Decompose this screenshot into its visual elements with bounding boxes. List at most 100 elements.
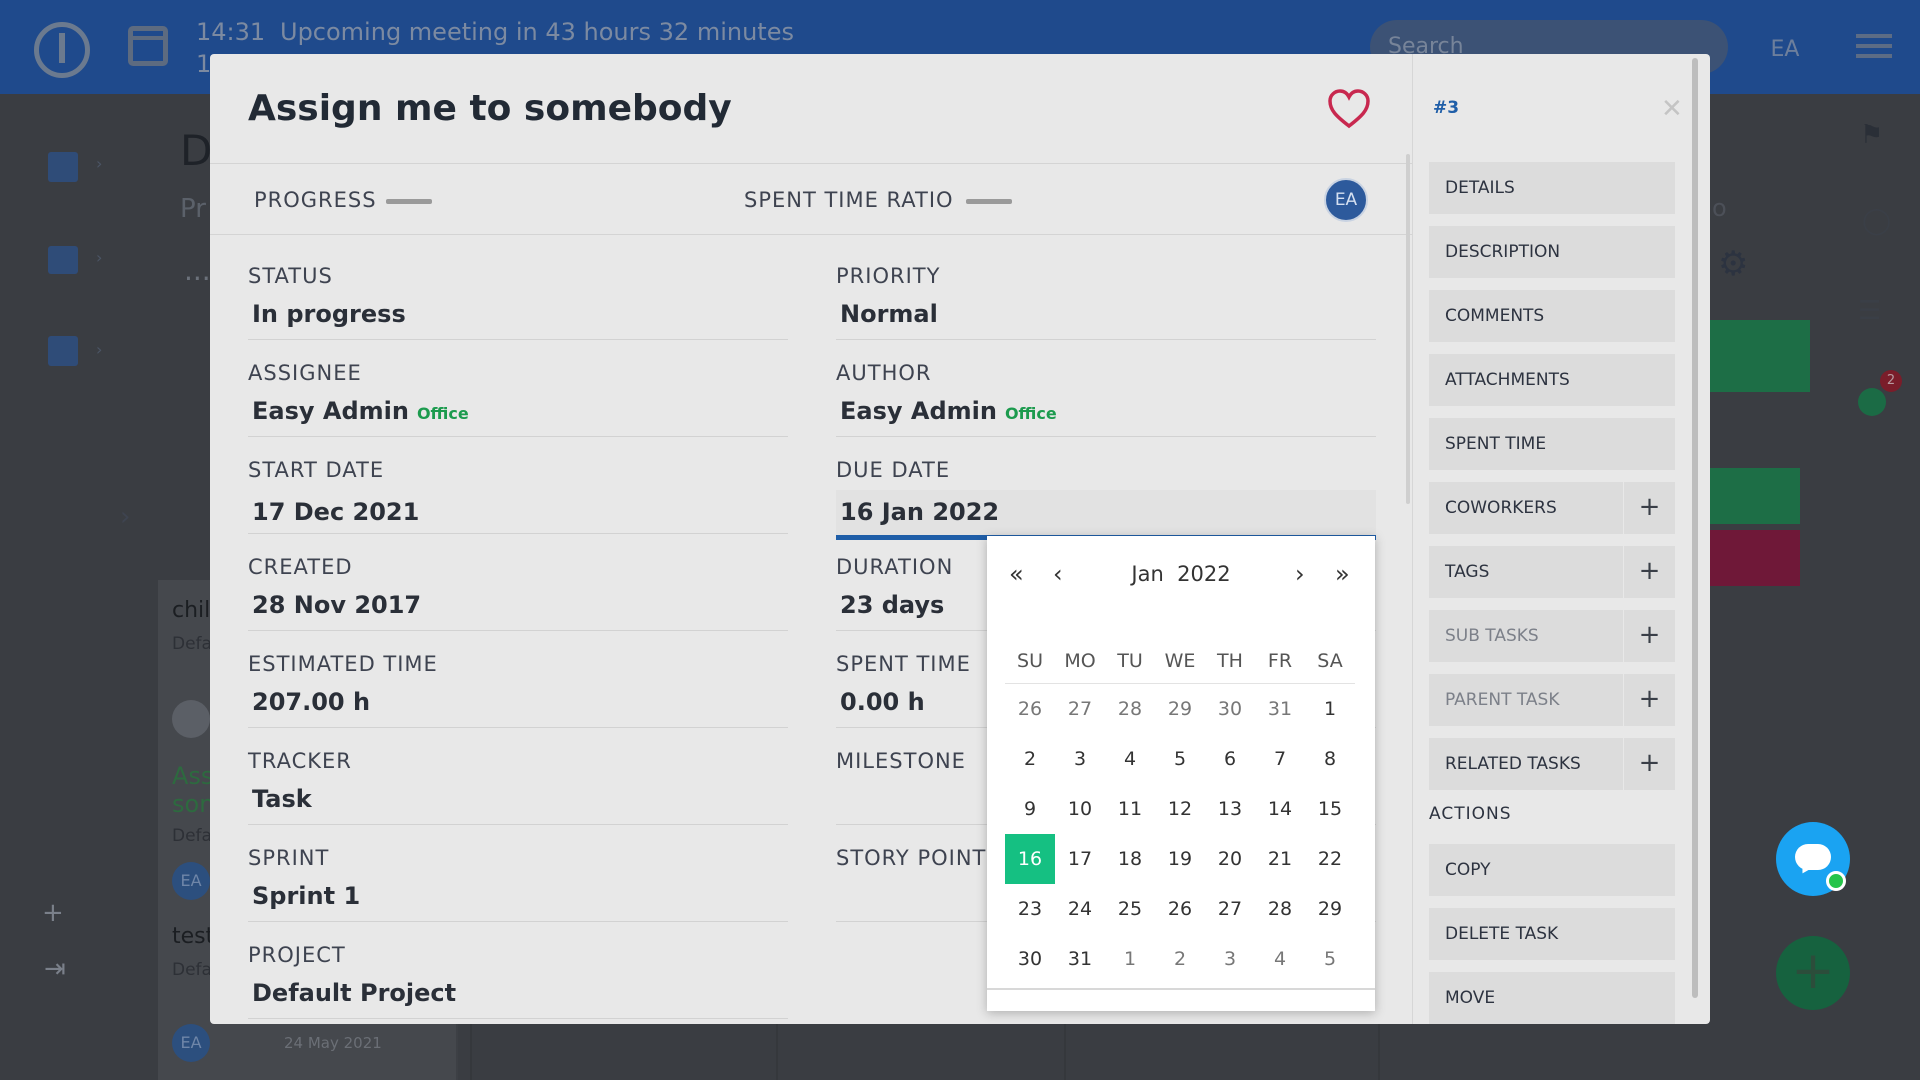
calendar-icon[interactable] [128,26,168,66]
plus-icon[interactable]: + [1623,674,1675,726]
day-cell[interactable]: 23 [1005,884,1055,934]
day-cell[interactable]: 13 [1205,784,1255,834]
sprint-field[interactable]: SPRINT Sprint 1 [248,832,788,922]
dashboard-icon[interactable] [48,152,78,182]
side-menu-coworkers[interactable]: COWORKERS + [1429,482,1675,534]
action-copy-button[interactable]: COPY [1429,844,1675,896]
side-menu-attachments[interactable]: ATTACHMENTS [1429,354,1675,406]
day-cell[interactable]: 17 [1055,834,1105,884]
day-cell[interactable]: 27 [1205,884,1255,934]
due-date-field[interactable]: DUE DATE 16 Jan 2022 [836,444,1376,540]
collapse-chevron-icon[interactable]: › [120,502,130,532]
plus-icon[interactable]: + [1623,546,1675,598]
gear-icon[interactable]: ⚙ [1718,244,1748,284]
close-icon[interactable]: ✕ [1661,94,1683,124]
clipboard-icon[interactable] [48,336,78,366]
assignee-field[interactable]: ASSIGNEE Easy Admin Office [248,347,788,437]
day-cell[interactable]: 27 [1055,684,1105,734]
day-cell[interactable]: 6 [1205,734,1255,784]
day-cell[interactable]: 28 [1105,684,1155,734]
day-cell[interactable]: 12 [1155,784,1205,834]
action-move-button[interactable]: MOVE [1429,972,1675,1024]
day-cell[interactable]: 2 [1005,734,1055,784]
day-cell[interactable]: 22 [1305,834,1355,884]
side-menu-comments[interactable]: COMMENTS [1429,290,1675,342]
lightbulb-icon[interactable]: ◯ [1862,206,1891,236]
day-cell[interactable]: 1 [1105,934,1155,984]
day-cell[interactable]: 19 [1155,834,1205,884]
day-cell[interactable]: 18 [1105,834,1155,884]
day-cell[interactable]: 4 [1255,934,1305,984]
side-menu-tags[interactable]: TAGS + [1429,546,1675,598]
checklist-icon[interactable]: ☰ [1858,296,1881,326]
project-field[interactable]: PROJECT Default Project [248,929,788,1019]
day-cell[interactable]: 31 [1255,684,1305,734]
day-cell[interactable]: 26 [1005,684,1055,734]
next-month-button[interactable]: › [1295,560,1305,588]
day-cell[interactable]: 16 [1005,834,1055,884]
scrollbar[interactable] [1406,154,1410,504]
logout-icon[interactable]: ⇥ [44,954,66,984]
day-cell[interactable]: 20 [1205,834,1255,884]
day-cell[interactable]: 10 [1055,784,1105,834]
more-dots-icon[interactable]: ... [184,254,211,287]
day-cell[interactable]: 31 [1055,934,1105,984]
chevron-right-icon[interactable]: › [96,154,102,173]
day-cell[interactable]: 7 [1255,734,1305,784]
menu-icon[interactable] [1856,34,1892,60]
priority-field[interactable]: PRIORITY Normal [836,250,1376,340]
day-cell[interactable]: 21 [1255,834,1305,884]
tree-icon[interactable] [48,246,78,274]
logo-icon[interactable] [34,22,90,78]
day-cell[interactable]: 30 [1205,684,1255,734]
day-cell[interactable]: 8 [1305,734,1355,784]
notification-icon[interactable] [1858,388,1886,416]
avatar[interactable]: EA [1324,178,1368,222]
status-field[interactable]: STATUS In progress [248,250,788,340]
day-cell[interactable]: 29 [1305,884,1355,934]
side-menu-description[interactable]: DESCRIPTION [1429,226,1675,278]
heart-icon[interactable] [1326,86,1372,132]
day-cell[interactable]: 24 [1055,884,1105,934]
day-cell[interactable]: 2 [1155,934,1205,984]
day-cell[interactable]: 4 [1105,734,1155,784]
side-menu-parent-task[interactable]: PARENT TASK + [1429,674,1675,726]
day-cell[interactable]: 5 [1155,734,1205,784]
side-menu-sub-tasks[interactable]: SUB TASKS + [1429,610,1675,662]
start-date-field[interactable]: START DATE 17 Dec 2021 [248,444,788,534]
day-cell[interactable]: 9 [1005,784,1055,834]
day-cell[interactable]: 14 [1255,784,1305,834]
day-cell[interactable]: 25 [1105,884,1155,934]
day-cell[interactable]: 30 [1005,934,1055,984]
day-cell[interactable]: 5 [1305,934,1355,984]
day-cell[interactable]: 3 [1205,934,1255,984]
flag-icon[interactable]: ⚑ [1860,120,1883,150]
side-menu-details[interactable]: DETAILS [1429,162,1675,214]
tracker-field[interactable]: TRACKER Task [248,735,788,825]
plus-icon[interactable]: + [1623,610,1675,662]
chevron-right-icon[interactable]: › [96,248,102,267]
action-delete-task-button[interactable]: DELETE TASK [1429,908,1675,960]
meeting-notice[interactable]: Upcoming meeting in 43 hours 32 minutes [280,18,794,46]
side-menu-related-tasks[interactable]: RELATED TASKS + [1429,738,1675,790]
estimated-time-field[interactable]: ESTIMATED TIME 207.00 h [248,638,788,728]
user-avatar[interactable]: EA [1756,28,1814,72]
day-cell[interactable]: 15 [1305,784,1355,834]
day-cell[interactable]: 26 [1155,884,1205,934]
day-cell[interactable]: 11 [1105,784,1155,834]
plus-icon[interactable]: + [1623,738,1675,790]
day-cell[interactable]: 28 [1255,884,1305,934]
scrollbar[interactable] [1690,54,1700,998]
task-title[interactable]: Assign me to somebody [248,88,732,129]
day-cell[interactable]: 3 [1055,734,1105,784]
task-id[interactable]: #3 [1433,98,1459,118]
datepicker-title[interactable]: Jan 2022 [987,562,1375,586]
plus-icon[interactable]: + [1623,482,1675,534]
add-user-icon[interactable]: + [42,898,64,928]
next-year-button[interactable]: » [1335,560,1350,588]
day-cell[interactable]: 1 [1305,684,1355,734]
day-cell[interactable]: 29 [1155,684,1205,734]
side-menu-spent-time[interactable]: SPENT TIME [1429,418,1675,470]
chevron-right-icon[interactable]: › [96,340,102,359]
plus-icon[interactable]: + [1776,936,1850,1010]
